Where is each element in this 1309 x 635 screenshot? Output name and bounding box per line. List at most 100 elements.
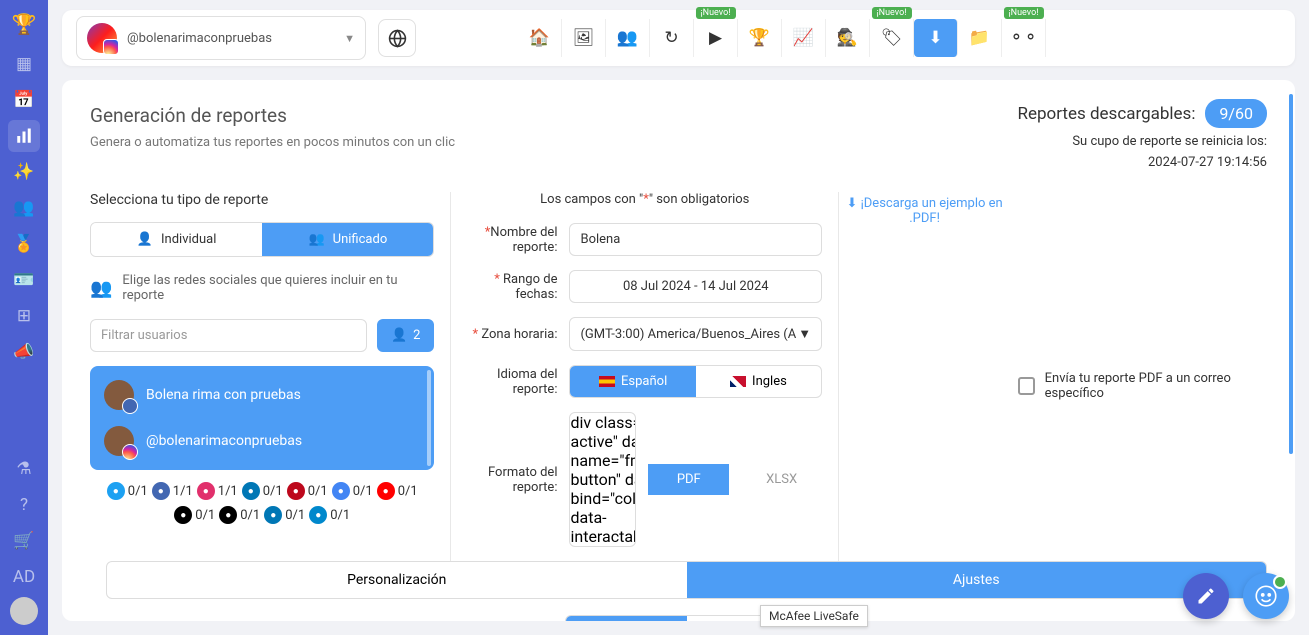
user-list[interactable]: Bolena rima con pruebas @bolenarimaconpr… [90, 366, 434, 470]
chevron-down-icon: ▼ [798, 326, 811, 342]
fmt-label: Formato del reporte: [467, 465, 557, 495]
pdf-example-link[interactable]: ⬇ ¡Descarga un ejemplo en .PDF! [839, 196, 1010, 561]
user-avatar[interactable] [10, 597, 38, 625]
date-range-input[interactable]: 08 Jul 2024 - 14 Jul 2024 [569, 270, 822, 303]
network-counts: ●0/1●1/1●1/1●0/1●0/1●0/1●0/1●0/1●0/1●0/1… [90, 482, 434, 524]
ad-icon[interactable]: AD [8, 561, 40, 593]
network-count-item: ●0/1 [332, 482, 373, 500]
nav-share-icon[interactable]: ¡Nuevo!⚬⚬ [1002, 19, 1046, 57]
nav-play-icon[interactable]: ¡Nuevo!▶ [694, 19, 738, 57]
help-icon[interactable]: ? [8, 489, 40, 521]
pinterest-icon: ● [287, 482, 305, 500]
network-count-item: ●1/1 [152, 482, 193, 500]
globe-button[interactable] [378, 19, 416, 57]
chevron-down-icon: ▼ [344, 32, 355, 45]
flask-icon[interactable]: ⚗ [8, 453, 40, 485]
flag-es-icon [599, 376, 615, 387]
person-icon: 👤 [137, 232, 153, 247]
nav-spy-icon[interactable]: 🕵 [826, 19, 870, 57]
account-avatar-icon [87, 23, 117, 53]
fmt-pdf-button[interactable]: PDF [648, 464, 729, 495]
cart-icon[interactable]: 🛒 [8, 525, 40, 557]
fmt-xlsx-button[interactable]: XLSX [741, 464, 822, 495]
account-selector[interactable]: @bolenarimaconpruebas ▼ [76, 16, 366, 60]
quota-badge: 9/60 [1205, 99, 1267, 128]
network-count-item: ●0/1 [264, 506, 305, 524]
nav-image-icon[interactable]: 🖼 [562, 19, 606, 57]
reset-date: 2024-07-27 19:14:56 [1017, 155, 1267, 170]
language-toggle: Español Ingles [569, 365, 822, 398]
logo-icon[interactable]: 🏆 [8, 8, 40, 40]
lang-label: Idioma del reporte: [467, 367, 557, 397]
email-label: Envía tu reporte PDF a un correo específ… [1045, 371, 1267, 401]
twitter-icon: ● [107, 482, 125, 500]
tz-label: * Zona horaria: [467, 327, 557, 342]
reset-label: Su cupo de reporte se reinicia los: [1017, 134, 1267, 149]
user-avatar-icon [104, 426, 134, 456]
quota-label: Reportes descargables: [1017, 104, 1195, 124]
linkedin-icon: ● [242, 482, 260, 500]
wand-icon[interactable]: ✨ [8, 156, 40, 188]
topbar: @bolenarimaconpruebas ▼ 🏠 🖼 👥 ↻ ¡Nuevo!▶… [62, 10, 1295, 66]
layout-icon[interactable]: ⊞ [8, 300, 40, 332]
tiktok-icon: ● [174, 506, 192, 524]
calendar-icon[interactable]: 📅 [8, 84, 40, 116]
group-icon: 👥 [308, 232, 324, 247]
nav-history-icon[interactable]: ↻ [650, 19, 694, 57]
network-count-item: ●0/1 [107, 482, 148, 500]
flag-en-icon [730, 376, 746, 387]
mcafee-tooltip: McAfee LiveSafe [760, 605, 868, 627]
users-icon[interactable]: 👥 [8, 192, 40, 224]
list-item[interactable]: Bolena rima con pruebas [90, 372, 434, 418]
download-icon: ⬇ [846, 196, 860, 211]
individual-button[interactable]: 👤Individual [91, 223, 262, 256]
page-subtitle: Genera o automatiza tus reportes en poco… [90, 135, 455, 150]
name-label: *Nombre del reporte: [467, 225, 557, 255]
person-icon: 👤 [391, 328, 407, 343]
nav-tag-icon[interactable]: ¡Nuevo!🏷 [870, 19, 914, 57]
tab-settings[interactable]: Ajustes [687, 562, 1267, 598]
timezone-select[interactable]: (GMT-3:00) America/Buenos_Aires (A ▼ [569, 317, 822, 351]
user-avatar-icon [104, 380, 134, 410]
report-name-input[interactable] [569, 223, 822, 256]
standard-button[interactable]: Estándar [566, 616, 687, 621]
networks-hint: Elige las redes sociales que quieres inc… [122, 273, 434, 303]
lang-es-button[interactable]: Español [570, 366, 695, 397]
nav-chart-icon[interactable]: 📈 [782, 19, 826, 57]
personalization-tabs: Personalización Ajustes [106, 561, 1267, 599]
network-count-item: ●0/1 [242, 482, 283, 500]
tab-personalization[interactable]: Personalización [107, 562, 687, 598]
user-count-button[interactable]: 👤2 [377, 319, 435, 352]
list-item[interactable]: @bolenarimaconpruebas [90, 418, 434, 464]
network-count-item: ●0/1 [377, 482, 418, 500]
gmb-icon: ● [332, 482, 350, 500]
nav-users-icon[interactable]: 👥 [606, 19, 650, 57]
format-toggle: div class="fmt-seg active" data-name="fm… [569, 412, 636, 547]
medal-icon[interactable]: 🏅 [8, 228, 40, 260]
nav-folder-icon[interactable]: 📁 [958, 19, 1002, 57]
briefcase-icon: ● [264, 506, 282, 524]
lang-en-button[interactable]: Ingles [696, 366, 821, 397]
nav-download-icon[interactable]: ⬇ [914, 19, 958, 57]
instagram-badge-icon [122, 444, 138, 460]
required-hint: Los campos con "*" son obligatorios [467, 192, 822, 207]
network-count-item: ●1/1 [197, 482, 238, 500]
edit-fab[interactable] [1183, 573, 1229, 619]
email-checkbox[interactable] [1018, 377, 1035, 395]
filter-users-input[interactable] [90, 319, 367, 352]
nav-home-icon[interactable]: 🏠 [518, 19, 562, 57]
telegram-icon: ● [309, 506, 327, 524]
content: Generación de reportes Genera o automati… [62, 80, 1295, 621]
badge-icon[interactable]: 🪪 [8, 264, 40, 296]
nav-trophy-icon[interactable]: 🏆 [738, 19, 782, 57]
facebook-badge-icon [122, 398, 138, 414]
support-fab[interactable] [1243, 573, 1289, 619]
analytics-icon[interactable] [8, 120, 40, 152]
megaphone-icon[interactable]: 📣 [8, 336, 40, 368]
facebook-icon: ● [152, 482, 170, 500]
report-type-toggle: 👤Individual 👥Unificado [90, 222, 434, 257]
report-type-label: Selecciona tu tipo de reporte [90, 192, 434, 208]
page-title: Generación de reportes [90, 104, 455, 127]
unified-button[interactable]: 👥Unificado [262, 223, 433, 256]
grid-icon[interactable]: ▦ [8, 48, 40, 80]
